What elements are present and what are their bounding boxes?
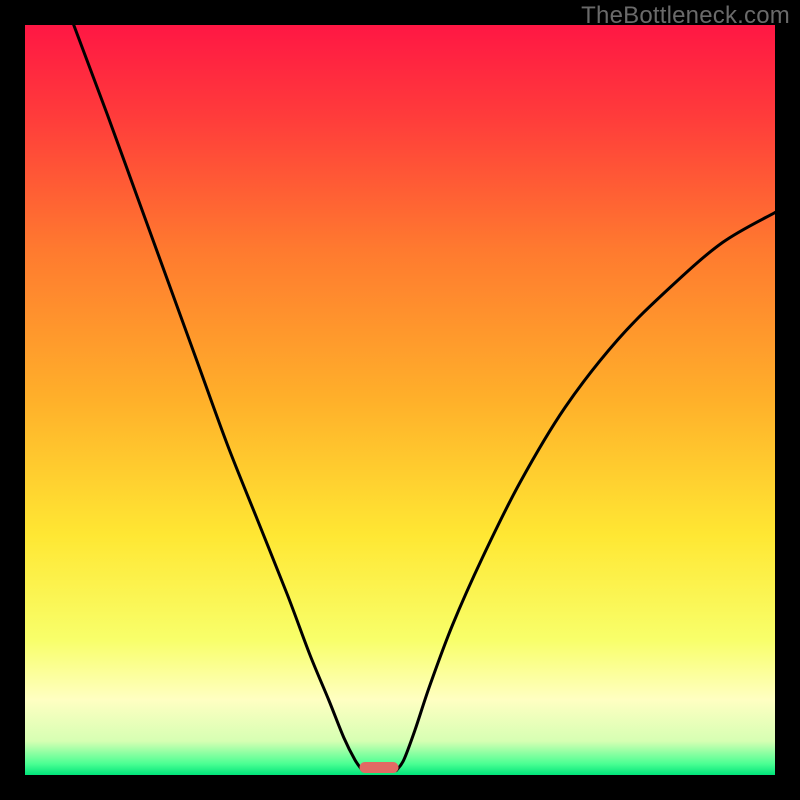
gradient-background [25,25,775,775]
bottleneck-marker [360,762,399,773]
chart-frame: TheBottleneck.com [0,0,800,800]
bottleneck-chart [25,25,775,775]
marker-group [360,762,399,773]
